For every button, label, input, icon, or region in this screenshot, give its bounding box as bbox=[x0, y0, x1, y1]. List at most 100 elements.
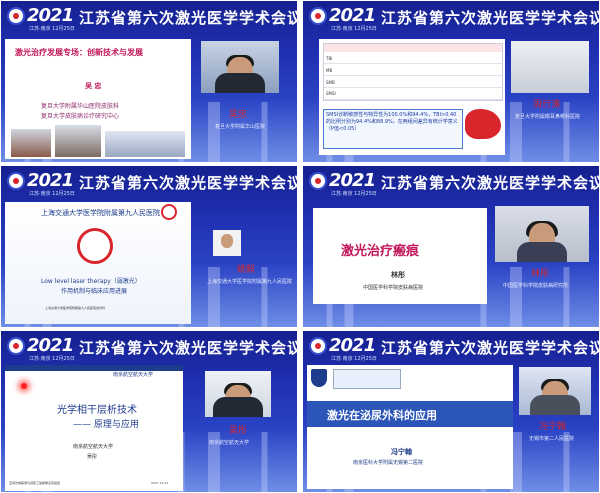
slide-header: 南京航空航天大学 bbox=[113, 372, 154, 378]
conference-title: 江苏省第六次激光医学学术会议 bbox=[79, 9, 297, 27]
hospital-shield-icon bbox=[311, 369, 327, 387]
speaker-affiliation: 复旦大学附属华山医院 bbox=[215, 124, 266, 130]
finding-box: SMSI诊断敏感性与特异性为100.0%和94.4%，TBI>0.40的比例分别… bbox=[323, 109, 463, 149]
conference-logo-icon bbox=[309, 7, 327, 25]
conference-subtitle: 江苏·南京 12月25日 bbox=[331, 26, 377, 32]
finding-text: SMSI诊断敏感性与特异性为100.0%和94.4%，TBI>0.40的比例分别… bbox=[326, 112, 458, 132]
hospital-emblem-icon bbox=[77, 228, 113, 264]
slide-author: 冯宁翰 bbox=[391, 448, 412, 456]
face bbox=[221, 234, 233, 248]
conference-logo-icon bbox=[7, 7, 25, 25]
hospital-banner bbox=[333, 369, 401, 389]
slide-affiliation-1: 复旦大学附属华山医院皮肤科 bbox=[41, 103, 120, 110]
speaker-affiliation: 无锡市第二人民医院 bbox=[529, 436, 575, 442]
speaker-camera bbox=[511, 41, 589, 93]
conference-title: 江苏省第六次激光医学学术会议 bbox=[79, 339, 297, 357]
shared-slide: 激光在泌尿外科的应用 冯宁翰 南京医科大学附属无锡第二医院 bbox=[307, 365, 513, 489]
shared-slide: 南京航空航天大学 光学相干层析技术 —— 原理与应用 南京航空航天大学 吴彤 空… bbox=[5, 365, 183, 491]
slide-header: 上海交通大学医学院附属第九人民医院 bbox=[41, 209, 160, 217]
body bbox=[530, 395, 580, 415]
conference-subtitle: 江苏·南京 12月25日 bbox=[29, 356, 75, 362]
slide-footer: 空间光电探测与感知工信部重点实验室 bbox=[9, 481, 61, 485]
speaker-affiliation: 中国医学科学院皮肤病研究所 bbox=[503, 283, 569, 289]
conference-logo-icon bbox=[309, 172, 327, 190]
conference-year: 2021 bbox=[329, 335, 376, 356]
china-map-icon bbox=[465, 109, 501, 139]
table-header-row bbox=[324, 44, 502, 52]
video-tile-2[interactable]: 2021 江苏·南京 12月25日 江苏省第六次激光医学学术会议 TBI MB … bbox=[303, 1, 599, 162]
speaker-camera bbox=[201, 41, 279, 93]
conference-header: 2021 江苏·南京 12月25日 江苏省第六次激光医学学术会议 bbox=[303, 331, 599, 367]
laser-sparkle-icon bbox=[21, 383, 27, 389]
conference-year: 2021 bbox=[27, 5, 74, 26]
body bbox=[517, 242, 567, 262]
topic-chinese: 作用机制与临床应用进展 bbox=[61, 288, 128, 295]
video-tile-4[interactable]: 2021 江苏·南京 12月25日 江苏省第六次激光医学学术会议 激光治疗瘢痕 … bbox=[303, 166, 599, 327]
conference-year: 2021 bbox=[329, 5, 376, 26]
slide-title: 激光治疗瘢痕 bbox=[341, 244, 420, 259]
video-tile-6[interactable]: 2021 江苏·南京 12月25日 江苏省第六次激光医学学术会议 激光在泌尿外科… bbox=[303, 331, 599, 492]
table-grid-lines bbox=[324, 52, 502, 100]
slide-org: 南京航空航天大学 bbox=[73, 444, 114, 450]
conference-subtitle: 江苏·南京 12月25日 bbox=[331, 356, 377, 362]
slide-author: 吴 忠 bbox=[85, 81, 102, 90]
speaker-name: 吴彤 bbox=[229, 426, 248, 436]
speaker-name: 林彤 bbox=[531, 269, 550, 279]
conference-subtitle: 江苏·南京 12月25日 bbox=[29, 191, 75, 197]
video-grid: 2021 江苏·南京 12月25日 江苏省第六次激光医学学术会议 激光治疗发展专… bbox=[0, 0, 600, 493]
conference-title: 江苏省第六次激光医学学术会议 bbox=[79, 174, 297, 192]
speaker-name: 姚毅 bbox=[237, 265, 256, 275]
slide-date: 2021.12.25 bbox=[151, 481, 169, 485]
conference-header: 2021 江苏·南京 12月25日 江苏省第六次激光医学学术会议 bbox=[1, 1, 297, 37]
conference-title: 江苏省第六次激光医学学术会议 bbox=[381, 174, 599, 192]
conference-year: 2021 bbox=[27, 170, 74, 191]
speaker-camera bbox=[213, 230, 241, 256]
conference-header: 2021 江苏·南京 12月25日 江苏省第六次激光医学学术会议 bbox=[1, 166, 297, 202]
slide-affiliation-2: 复旦大学皮肤病诊疗研究中心 bbox=[41, 113, 120, 120]
conference-header: 2021 江苏·南京 12月25日 江苏省第六次激光医学学术会议 bbox=[303, 166, 599, 202]
data-table: TBI MB SMB SMSI bbox=[323, 43, 503, 101]
speaker-camera bbox=[495, 206, 589, 262]
slide-org: 南京医科大学附属无锡第二医院 bbox=[353, 460, 424, 466]
conference-logo-icon bbox=[7, 337, 25, 355]
speaker-camera bbox=[205, 371, 271, 417]
speaker-name: 吴忠 bbox=[229, 110, 248, 120]
slide-building-photo bbox=[55, 125, 101, 157]
shared-slide: TBI MB SMB SMSI SMSI诊断敏感性与特异性为100.0%和94.… bbox=[319, 39, 505, 155]
slide-org: 中国医学科学院皮肤病医院 bbox=[363, 285, 424, 291]
conference-header: 2021 江苏·南京 12月25日 江苏省第六次激光医学学术会议 bbox=[303, 1, 599, 37]
conference-year: 2021 bbox=[27, 335, 74, 356]
video-tile-3[interactable]: 2021 江苏·南京 12月25日 江苏省第六次激光医学学术会议 上海交通大学医… bbox=[1, 166, 297, 327]
slide-author: 林彤 bbox=[391, 271, 405, 279]
slide-building-photo bbox=[11, 129, 51, 157]
conference-subtitle: 江苏·南京 12月25日 bbox=[331, 191, 377, 197]
speaker-affiliation: 复旦大学附属眼耳鼻喉科医院 bbox=[515, 114, 581, 120]
speaker-affiliation: 南京航空航天大学 bbox=[209, 440, 250, 446]
slide-city-photo bbox=[105, 131, 185, 157]
shared-slide: 激光治疗发展专场：创新技术与发展 吴 忠 复旦大学附属华山医院皮肤科 复旦大学皮… bbox=[5, 39, 191, 159]
video-tile-5[interactable]: 2021 江苏·南京 12月25日 江苏省第六次激光医学学术会议 南京航空航天大… bbox=[1, 331, 297, 492]
conference-logo-icon bbox=[309, 337, 327, 355]
slide-footer: 上海交通大学医学院附属第九人民医院激光科 bbox=[45, 306, 106, 310]
video-tile-1[interactable]: 2021 江苏·南京 12月25日 江苏省第六次激光医学学术会议 激光治疗发展专… bbox=[1, 1, 297, 162]
conference-subtitle: 江苏·南京 12月25日 bbox=[29, 26, 75, 32]
conference-title: 江苏省第六次激光医学学术会议 bbox=[381, 9, 599, 27]
conference-header: 2021 江苏·南京 12月25日 江苏省第六次激光医学学术会议 bbox=[1, 331, 297, 367]
slide-subtitle: —— 原理与应用 bbox=[73, 420, 139, 430]
slide-author: 吴彤 bbox=[87, 454, 98, 460]
topic-english: Low level laser therapy（弱激光） bbox=[41, 278, 141, 285]
speaker-name: 周行涛 bbox=[533, 100, 561, 110]
slide-title: 光学相干层析技术 bbox=[57, 405, 137, 416]
conference-title: 江苏省第六次激光医学学术会议 bbox=[381, 339, 599, 357]
body bbox=[215, 73, 265, 93]
hospital-seal-icon bbox=[161, 204, 177, 220]
conference-logo-icon bbox=[7, 172, 25, 190]
conference-year: 2021 bbox=[329, 170, 376, 191]
shared-slide: 激光治疗瘢痕 林彤 中国医学科学院皮肤病医院 bbox=[313, 208, 487, 304]
shared-slide: 上海交通大学医学院附属第九人民医院 Low level laser therap… bbox=[5, 202, 191, 324]
slide-title: 激光在泌尿外科的应用 bbox=[327, 409, 437, 422]
speaker-camera bbox=[519, 367, 591, 415]
slide-title: 激光治疗发展专场：创新技术与发展 bbox=[15, 47, 143, 57]
speaker-name: 冯宁翰 bbox=[539, 422, 567, 432]
slide-top-bar bbox=[5, 365, 183, 371]
